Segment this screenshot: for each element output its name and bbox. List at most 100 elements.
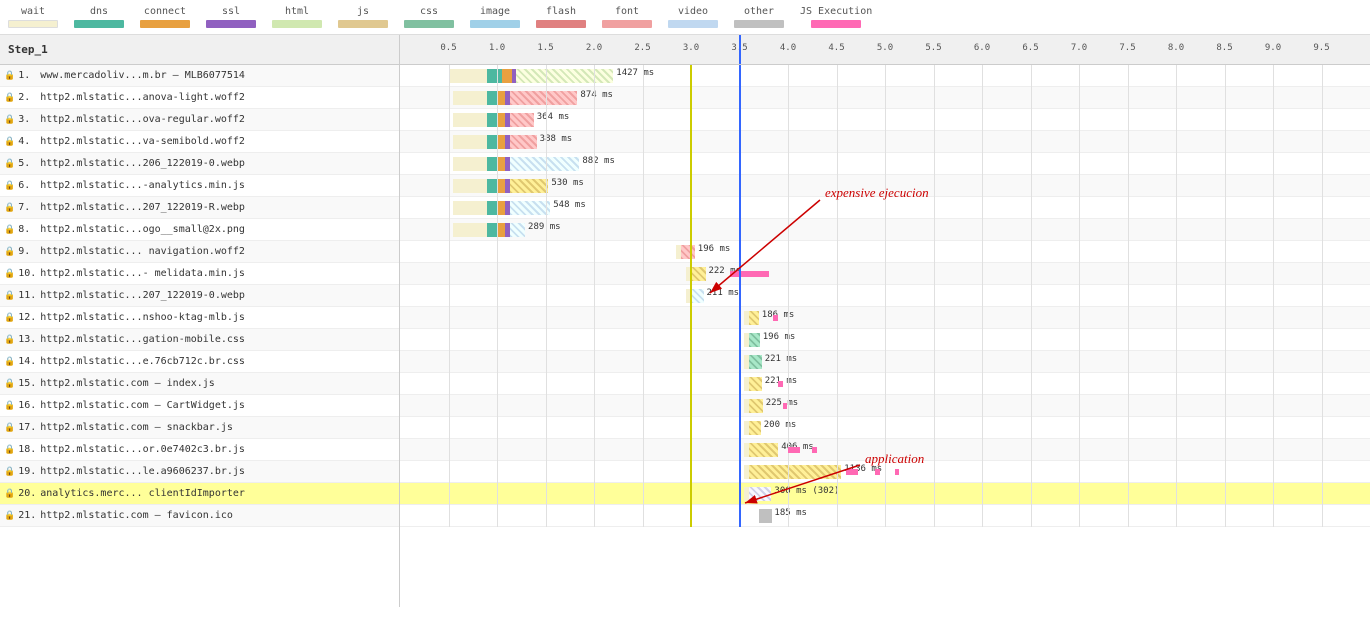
bar-segment-7-0 bbox=[453, 201, 487, 215]
request-row-11: 🔒 11. http2.mlstatic...207_122019-0.webp bbox=[0, 285, 399, 307]
js-exec-18-1 bbox=[812, 447, 817, 453]
bar-segment-14-1 bbox=[749, 355, 762, 369]
js-exec-18-0 bbox=[788, 447, 800, 453]
req-bar-19 bbox=[744, 465, 841, 479]
bar-segment-5-0 bbox=[453, 157, 487, 171]
timeline-header: 0.51.01.52.02.53.03.54.04.55.05.56.06.57… bbox=[400, 35, 1370, 65]
lock-icon-18: 🔒 bbox=[4, 445, 15, 455]
legend-flash-bar bbox=[536, 20, 586, 28]
request-row-21: 🔒 21. http2.mlstatic.com – favicon.ico bbox=[0, 505, 399, 527]
bar-segment-10-1 bbox=[691, 267, 706, 281]
legend-dns-bar bbox=[74, 20, 124, 28]
lock-icon-7: 🔒 bbox=[4, 203, 15, 213]
bar-segment-8-1 bbox=[487, 223, 497, 237]
legend-video-label: video bbox=[678, 6, 708, 17]
timeline-row-14: 221 ms bbox=[400, 351, 1370, 373]
bar-segment-3-1 bbox=[487, 113, 497, 127]
right-panel: 0.51.01.52.02.53.03.54.04.55.05.56.06.57… bbox=[400, 35, 1370, 607]
request-row-14: 🔒 14. http2.mlstatic...e.76cb712c.br.css bbox=[0, 351, 399, 373]
bar-segment-21-0 bbox=[759, 509, 772, 523]
legend-image-bar bbox=[470, 20, 520, 28]
legend-wait: wait bbox=[8, 6, 58, 28]
row-url-1: www.mercadoliv...m.br – MLB6077514 bbox=[40, 70, 245, 81]
lock-icon-14: 🔒 bbox=[4, 357, 15, 367]
tick-2.5: 2.5 bbox=[634, 43, 650, 53]
js-exec-12-0 bbox=[773, 315, 778, 321]
row-url-21: http2.mlstatic.com – favicon.ico bbox=[40, 510, 233, 521]
bar-segment-1-0 bbox=[449, 69, 488, 83]
row-num-13: 13. bbox=[18, 334, 40, 345]
bar-label-17: 200 ms bbox=[764, 420, 797, 430]
req-bar-7 bbox=[453, 201, 550, 215]
bar-segment-5-2 bbox=[497, 157, 505, 171]
yellow-vertical-line bbox=[690, 65, 692, 527]
legend-font-bar bbox=[602, 20, 652, 28]
lock-icon-20: 🔒 bbox=[4, 489, 15, 499]
bar-segment-3-0 bbox=[453, 113, 487, 127]
lock-icon-8: 🔒 bbox=[4, 225, 15, 235]
lock-icon-6: 🔒 bbox=[4, 181, 15, 191]
tick-5.5: 5.5 bbox=[925, 43, 941, 53]
legend-other-label: other bbox=[744, 6, 774, 17]
row-num-8: 8. bbox=[18, 224, 40, 235]
bar-segment-6-0 bbox=[453, 179, 487, 193]
bar-segment-1-2 bbox=[502, 69, 512, 83]
blue-vertical-line-header bbox=[739, 35, 741, 64]
timeline-row-19: 1136 ms bbox=[400, 461, 1370, 483]
left-panel: Step_1 🔒 1. www.mercadoliv...m.br – MLB6… bbox=[0, 35, 400, 607]
timeline-row-4: 388 ms bbox=[400, 131, 1370, 153]
tick-9: 9.0 bbox=[1265, 43, 1281, 53]
legend-html-label: html bbox=[285, 6, 309, 17]
bar-segment-3-4 bbox=[510, 113, 534, 127]
bar-segment-1-1 bbox=[487, 69, 502, 83]
req-bar-14 bbox=[744, 355, 761, 369]
request-row-20: 🔒 20. analytics.merc... clientIdImporter bbox=[0, 483, 399, 505]
row-num-1: 1. bbox=[18, 70, 40, 81]
bar-segment-4-1 bbox=[487, 135, 497, 149]
lock-icon-5: 🔒 bbox=[4, 159, 15, 169]
lock-icon-16: 🔒 bbox=[4, 401, 15, 411]
timeline-row-12: 186 ms bbox=[400, 307, 1370, 329]
row-url-14: http2.mlstatic...e.76cb712c.br.css bbox=[40, 356, 245, 367]
legend-font-label: font bbox=[615, 6, 639, 17]
req-bar-1 bbox=[449, 69, 614, 83]
js-exec-19-0 bbox=[846, 469, 858, 475]
bar-label-3: 364 ms bbox=[537, 112, 570, 122]
timeline-row-20: 306 ms (302) bbox=[400, 483, 1370, 505]
bar-segment-7-2 bbox=[497, 201, 505, 215]
request-row-17: 🔒 17. http2.mlstatic.com – snackbar.js bbox=[0, 417, 399, 439]
bar-segment-4-4 bbox=[510, 135, 537, 149]
legend-html: html bbox=[272, 6, 322, 28]
bar-segment-11-1 bbox=[691, 289, 704, 303]
row-url-16: http2.mlstatic.com – CartWidget.js bbox=[40, 400, 245, 411]
timeline-row-9: 196 ms bbox=[400, 241, 1370, 263]
tick-0.5: 0.5 bbox=[440, 43, 456, 53]
row-url-10: http2.mlstatic...- melidata.min.js bbox=[40, 268, 245, 279]
bar-label-1: 1427 ms bbox=[616, 68, 654, 78]
bar-label-16: 225 ms bbox=[766, 398, 799, 408]
tick-9.5: 9.5 bbox=[1313, 43, 1329, 53]
row-num-18: 18. bbox=[18, 444, 40, 455]
legend-js-label: js bbox=[357, 6, 369, 17]
tick-5: 5.0 bbox=[877, 43, 893, 53]
bar-segment-8-0 bbox=[453, 223, 487, 237]
main-content: Step_1 🔒 1. www.mercadoliv...m.br – MLB6… bbox=[0, 35, 1370, 607]
legend-connect-label: connect bbox=[144, 6, 186, 17]
lock-icon-21: 🔒 bbox=[4, 511, 15, 521]
req-bar-8 bbox=[453, 223, 525, 237]
legend-css-label: css bbox=[420, 6, 438, 17]
request-row-8: 🔒 8. http2.mlstatic...ogo__small@2x.png bbox=[0, 219, 399, 241]
req-bar-2 bbox=[453, 91, 577, 105]
tick-7: 7.0 bbox=[1071, 43, 1087, 53]
timeline-row-3: 364 ms bbox=[400, 109, 1370, 131]
bar-segment-15-1 bbox=[749, 377, 762, 391]
legend-video-bar bbox=[668, 20, 718, 28]
lock-icon-19: 🔒 bbox=[4, 467, 15, 477]
legend-wait-bar bbox=[8, 20, 58, 28]
row-url-11: http2.mlstatic...207_122019-0.webp bbox=[40, 290, 245, 301]
bar-segment-20-1 bbox=[749, 487, 771, 501]
js-exec-10-0 bbox=[730, 271, 769, 277]
row-url-3: http2.mlstatic...ova-regular.woff2 bbox=[40, 114, 245, 125]
request-row-3: 🔒 3. http2.mlstatic...ova-regular.woff2 bbox=[0, 109, 399, 131]
tick-4.5: 4.5 bbox=[828, 43, 844, 53]
